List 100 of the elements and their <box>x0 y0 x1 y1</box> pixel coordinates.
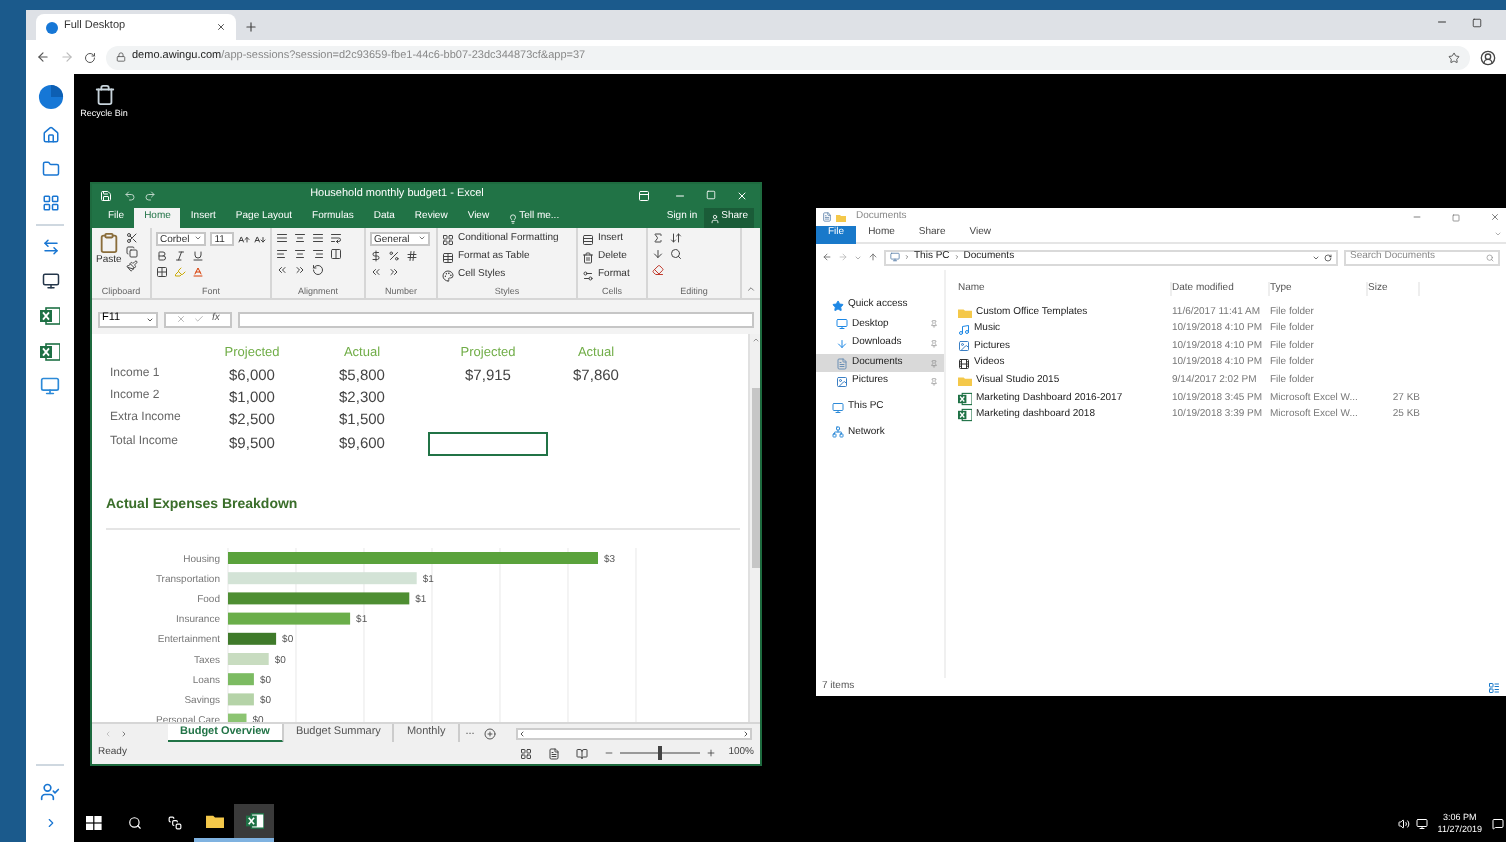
bookmark-icon[interactable] <box>1448 51 1460 63</box>
page-layout-icon[interactable] <box>548 747 561 759</box>
reload-icon[interactable] <box>84 51 96 63</box>
chart-bar <box>228 672 254 685</box>
add-sheet-icon[interactable] <box>484 727 497 739</box>
font-color-icon[interactable] <box>192 266 204 278</box>
download-icon <box>836 337 848 350</box>
new-tab-icon[interactable] <box>244 20 258 34</box>
refresh-icon[interactable] <box>1324 253 1332 261</box>
rows-icon <box>582 233 594 245</box>
underline-icon[interactable] <box>192 250 204 262</box>
chart-bar <box>228 631 277 644</box>
expand-icon[interactable] <box>43 816 57 830</box>
page-break-icon[interactable] <box>576 747 589 759</box>
orientation-icon[interactable] <box>312 264 324 276</box>
palette-icon <box>442 269 454 281</box>
align-bottom-icon[interactable] <box>312 232 324 244</box>
currency-icon[interactable] <box>370 250 382 262</box>
copy-icon[interactable] <box>125 246 138 258</box>
display-icon[interactable] <box>40 376 60 396</box>
lock-icon <box>116 52 126 62</box>
network-icon[interactable] <box>1415 817 1428 829</box>
properties-icon[interactable] <box>822 212 832 222</box>
up-icon[interactable] <box>868 252 878 262</box>
save-icon[interactable] <box>100 189 112 201</box>
back-icon[interactable] <box>36 50 50 64</box>
bold-icon[interactable] <box>156 250 168 262</box>
sum-icon[interactable] <box>652 232 664 244</box>
lightbulb-icon <box>507 213 518 223</box>
ribbon-options-icon[interactable] <box>638 189 650 201</box>
align-center-icon[interactable] <box>294 248 306 260</box>
align-top-icon[interactable] <box>276 232 288 244</box>
align-left-icon[interactable] <box>276 248 288 260</box>
user-icon[interactable] <box>40 782 60 802</box>
remote-arrows-icon[interactable] <box>41 238 59 256</box>
chart-bar <box>228 611 351 624</box>
folder-icon <box>836 213 846 221</box>
document-icon <box>836 357 848 370</box>
italic-icon[interactable] <box>174 250 186 262</box>
monitor-icon[interactable] <box>41 272 59 290</box>
home-icon[interactable] <box>41 126 59 144</box>
search-icon <box>1486 253 1494 261</box>
taskbar-app[interactable] <box>234 804 274 842</box>
chart-bar <box>228 652 269 664</box>
scissors-icon[interactable] <box>125 232 138 244</box>
minimize-icon[interactable] <box>1436 16 1448 28</box>
selected-cell[interactable] <box>428 431 548 455</box>
task-view-icon[interactable] <box>167 816 181 830</box>
horizontal-scrollbar[interactable] <box>516 727 752 739</box>
align-middle-icon[interactable] <box>294 232 306 244</box>
grow-font-icon[interactable] <box>238 233 250 245</box>
spreadsheet-icon <box>40 342 60 362</box>
increase-indent-icon[interactable] <box>294 264 306 276</box>
wrap-text-icon[interactable] <box>330 232 342 244</box>
brush-icon[interactable] <box>125 260 138 272</box>
folder-icon <box>958 307 972 319</box>
film-icon <box>958 358 970 371</box>
folder-icon <box>958 375 972 387</box>
eraser-icon[interactable] <box>652 264 664 276</box>
spreadsheet-icon <box>40 306 60 326</box>
borders-icon[interactable] <box>156 266 168 278</box>
trash-icon <box>582 251 594 263</box>
profile-icon[interactable] <box>1480 49 1496 65</box>
maximize-icon[interactable] <box>1472 18 1482 28</box>
globe-icon <box>46 21 58 33</box>
align-right-icon[interactable] <box>312 248 324 260</box>
sort-icon[interactable] <box>670 232 682 244</box>
computer-icon <box>832 401 844 414</box>
shrink-font-icon[interactable] <box>254 233 266 245</box>
monitor-icon <box>836 318 848 331</box>
apps-grid-icon[interactable] <box>41 194 59 212</box>
merge-icon[interactable] <box>330 248 342 260</box>
back-icon[interactable] <box>822 252 832 262</box>
picture-icon <box>958 340 970 353</box>
formula-field[interactable] <box>237 311 754 327</box>
zoom-in-icon[interactable] <box>706 748 717 758</box>
spreadsheet-icon <box>245 812 263 830</box>
normal-view-icon[interactable] <box>520 747 533 759</box>
grid-icon <box>442 233 454 245</box>
person-icon <box>709 213 720 223</box>
speaker-icon[interactable] <box>1397 817 1410 829</box>
details-view-icon[interactable] <box>1488 681 1500 693</box>
minimize-icon[interactable] <box>674 189 686 201</box>
computer-icon <box>890 252 900 262</box>
undo-icon[interactable] <box>124 189 136 201</box>
percent-icon[interactable] <box>388 250 400 262</box>
clipboard-icon <box>97 232 120 254</box>
network-icon <box>832 426 844 439</box>
logo-icon[interactable] <box>37 84 63 110</box>
table-icon <box>442 251 454 263</box>
zoom-slider-thumb[interactable] <box>658 746 663 760</box>
decrease-indent-icon[interactable] <box>276 264 288 276</box>
star-icon <box>832 299 844 312</box>
notifications-icon[interactable] <box>1492 817 1504 829</box>
chart-bar <box>228 692 254 705</box>
folder-icon[interactable] <box>41 160 59 178</box>
redo-icon[interactable] <box>144 189 156 201</box>
sliders-icon <box>582 269 594 281</box>
vertical-scrollbar[interactable] <box>748 334 760 722</box>
recycle-bin-icon <box>93 82 115 108</box>
